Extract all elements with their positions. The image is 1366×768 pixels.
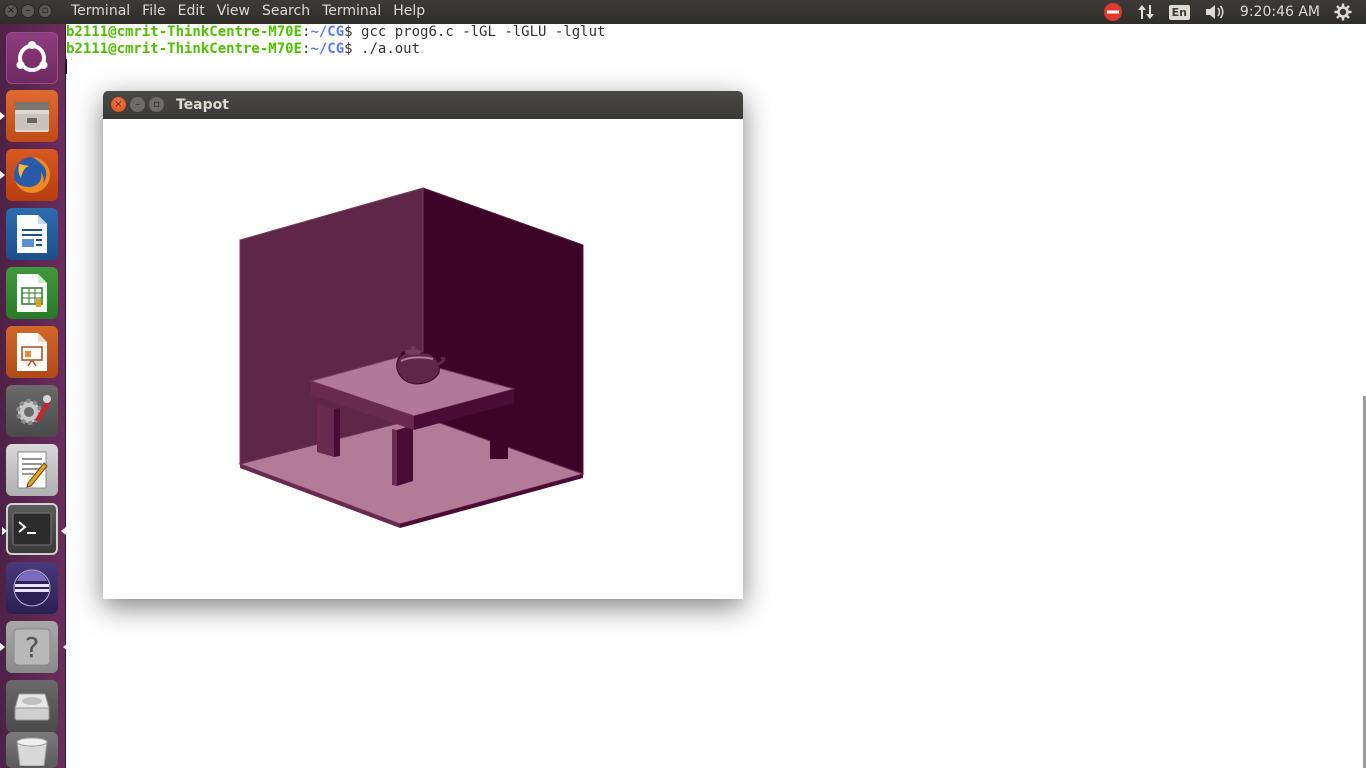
teapot-window[interactable]: × – ▫ Teapot: [103, 91, 743, 599]
menu-search[interactable]: Search: [262, 3, 310, 19]
close-icon[interactable]: ×: [4, 4, 18, 18]
indicators: En 9:20:46 AM: [1103, 0, 1366, 24]
eclipse-icon[interactable]: [6, 562, 58, 614]
teapot-window-title: Teapot: [176, 97, 229, 113]
terminal-cursor-line: [66, 58, 1362, 75]
top-panel: × – ▫ Terminal File Edit View Search Ter…: [0, 0, 1366, 24]
close-icon[interactable]: ×: [111, 97, 126, 112]
prompt-user: b2111@cmrit-ThinkCentre-M70E: [66, 41, 303, 57]
svg-text:?: ?: [25, 631, 40, 664]
command-text: ./a.out: [352, 41, 421, 57]
keyboard-language-indicator[interactable]: En: [1168, 4, 1190, 20]
command-text: gcc prog6.c -lGL -lGLU -lglut: [352, 24, 606, 40]
app-name: Terminal: [71, 3, 131, 19]
table-leg-front-side: [392, 429, 397, 486]
volume-icon[interactable]: [1204, 3, 1226, 21]
prompt-user: b2111@cmrit-ThinkCentre-M70E: [66, 24, 303, 40]
calc-icon[interactable]: [6, 267, 58, 319]
table-leg-left: [317, 404, 334, 457]
maximize-icon[interactable]: ▫: [38, 4, 52, 18]
terminal-icon[interactable]: [2, 503, 66, 555]
terminal-line: b2111@cmrit-ThinkCentre-M70E:~/CG$ ./a.o…: [66, 41, 1362, 58]
terminal-line: b2111@cmrit-ThinkCentre-M70E:~/CG$ gcc p…: [66, 24, 1362, 41]
minimize-icon[interactable]: –: [130, 97, 145, 112]
launcher: ?: [0, 24, 68, 768]
teapot-scene: [238, 187, 585, 528]
drive-icon[interactable]: [6, 680, 58, 732]
session-gear-icon[interactable]: [1334, 3, 1352, 21]
menubar: Terminal File Edit View Search Terminal …: [71, 3, 437, 19]
teapot-titlebar[interactable]: × – ▫ Teapot: [103, 91, 743, 119]
firefox-icon[interactable]: [0, 149, 58, 201]
files-icon[interactable]: [0, 90, 58, 142]
teapot-window-controls: × – ▫: [111, 97, 164, 112]
help-icon[interactable]: ?: [0, 621, 68, 673]
table-leg-left-side: [334, 408, 340, 457]
window-controls: × – ▫: [4, 4, 52, 18]
transfer-arrows-icon[interactable]: [1137, 3, 1155, 21]
system-settings-icon[interactable]: [6, 385, 58, 437]
opengl-canvas[interactable]: [103, 119, 743, 599]
text-cursor: [66, 58, 67, 74]
impress-icon[interactable]: [6, 326, 58, 378]
prompt-symbol: $: [344, 41, 353, 57]
menu-help[interactable]: Help: [393, 3, 425, 19]
table-leg-front: [397, 425, 413, 486]
minimize-icon[interactable]: –: [21, 4, 35, 18]
writer-icon[interactable]: [6, 208, 58, 260]
ubuntu-dash-icon[interactable]: [6, 32, 58, 84]
network-disabled-icon[interactable]: [1103, 2, 1123, 22]
prompt-path: ~/CG: [310, 24, 345, 40]
menu-terminal[interactable]: Terminal: [322, 3, 381, 19]
trash-icon[interactable]: [6, 732, 58, 768]
prompt-symbol: $: [344, 24, 353, 40]
maximize-icon[interactable]: ▫: [149, 97, 164, 112]
table-leg-back-right: [490, 403, 508, 459]
clock[interactable]: 9:20:46 AM: [1240, 4, 1320, 20]
menu-file[interactable]: File: [142, 3, 165, 19]
menu-edit[interactable]: Edit: [178, 3, 205, 19]
text-editor-icon[interactable]: [6, 444, 58, 496]
menu-view[interactable]: View: [217, 3, 250, 19]
prompt-path: ~/CG: [310, 41, 345, 57]
